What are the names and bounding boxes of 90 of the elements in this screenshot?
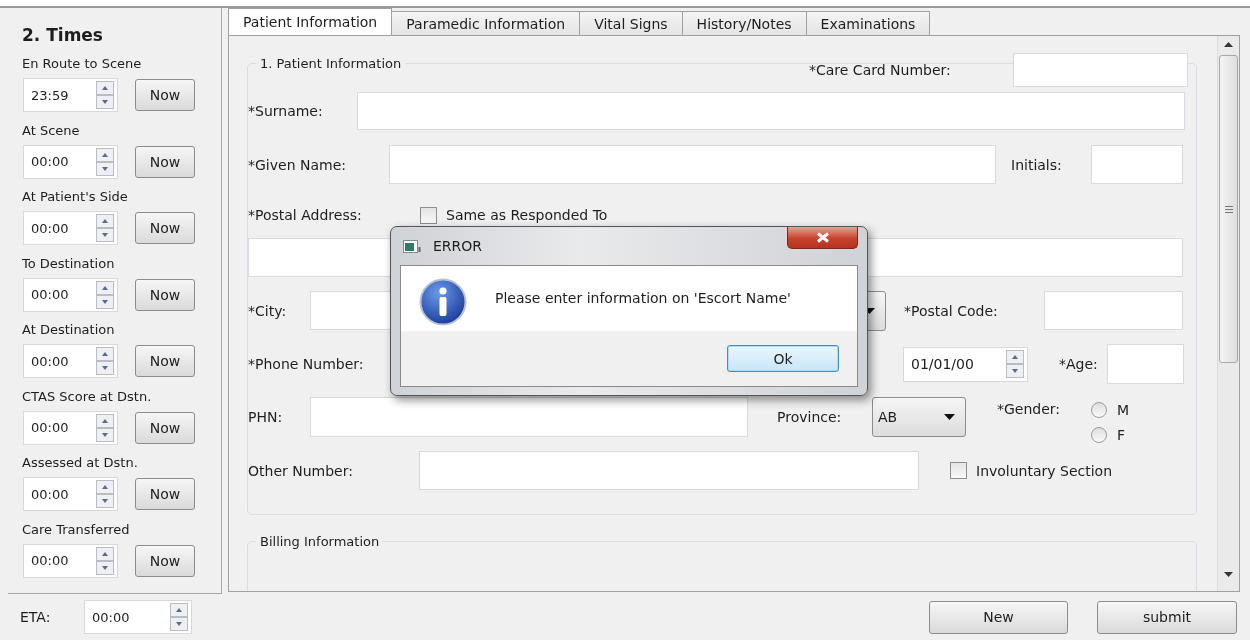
time-label: CTAS Score at Dstn. — [22, 387, 152, 406]
spin-arrows-icon — [170, 603, 188, 631]
tab[interactable]: Examinations — [805, 11, 931, 35]
checkbox-label: Same as Responded To — [446, 207, 609, 223]
tab[interactable]: Patient Information — [228, 8, 393, 35]
field-label: *Care Card Number: — [809, 62, 952, 78]
now-button[interactable]: Now — [135, 411, 195, 444]
spin-arrows-icon — [96, 280, 114, 309]
time-label: At Patient's Side — [22, 188, 128, 206]
field-label: Other Number: — [248, 462, 354, 479]
spin-arrows-icon — [96, 147, 114, 176]
time-spinbox[interactable]: 00:00 — [23, 344, 118, 378]
now-button[interactable]: Now — [135, 79, 195, 111]
now-button[interactable]: Now — [135, 145, 195, 178]
eta-label: ETA: — [20, 609, 52, 625]
close-button[interactable] — [787, 227, 858, 249]
tab[interactable]: Vital Signs — [579, 11, 683, 35]
radio-button[interactable] — [1091, 427, 1107, 443]
scrollbar-thumb[interactable] — [1219, 55, 1238, 363]
section-title: 1. Patient Information — [260, 56, 402, 71]
spin-arrows-icon — [96, 214, 114, 242]
field-label: PHN: — [248, 409, 284, 425]
province-dropdown[interactable]: AB — [872, 397, 966, 437]
time-spinbox[interactable]: 00:00 — [23, 211, 118, 245]
time-spinbox[interactable]: 00:00 — [84, 600, 192, 634]
time-label: Assessed at Dstn. — [22, 454, 138, 472]
time-label: Care Transferred — [22, 520, 130, 539]
spin-arrows-icon — [96, 81, 114, 109]
spin-arrows-icon — [96, 413, 114, 442]
scrollbar[interactable] — [1217, 36, 1239, 591]
time-label: At Scene — [22, 121, 80, 140]
initials-field[interactable] — [1091, 145, 1183, 184]
phn-field[interactable] — [310, 397, 748, 437]
time-label: At Destination — [22, 321, 115, 339]
field-label: *Given Name: — [248, 156, 347, 173]
care-card-field[interactable] — [1013, 53, 1188, 87]
date-spinbox[interactable]: 01/01/00 — [903, 346, 1028, 382]
scroll-down-icon — [1224, 572, 1233, 577]
given-name-field[interactable] — [389, 145, 996, 184]
time-spinbox[interactable]: 00:00 — [23, 410, 118, 445]
tab[interactable]: Paramedic Information — [391, 11, 581, 35]
field-label: Initials: — [1011, 156, 1063, 173]
spin-arrows-icon — [96, 546, 114, 575]
checkbox-label: Involuntary Section — [976, 462, 1114, 479]
now-button[interactable]: Now — [135, 212, 195, 244]
checkbox[interactable] — [950, 462, 967, 479]
time-spinbox[interactable]: 00:00 — [23, 543, 118, 578]
scroll-up-icon — [1224, 42, 1233, 47]
spin-arrows-icon — [1006, 350, 1024, 378]
ok-button[interactable]: Ok — [727, 345, 839, 372]
radio-button[interactable] — [1091, 402, 1107, 418]
postal-code-field[interactable] — [1044, 291, 1183, 330]
time-spinbox[interactable]: 23:59 — [23, 78, 118, 112]
grip-icon — [1224, 205, 1233, 213]
submit-button[interactable]: submit — [1097, 600, 1237, 634]
checkbox[interactable] — [420, 206, 437, 224]
window-icon — [403, 239, 421, 253]
field-label: *Postal Code: — [904, 302, 999, 319]
field-label: *Postal Address: — [248, 207, 363, 223]
spin-arrows-icon — [96, 347, 114, 375]
time-spinbox[interactable]: 00:00 — [23, 477, 118, 511]
surname-field[interactable] — [357, 92, 1185, 130]
dialog-title: ERROR — [433, 238, 483, 254]
section-title: Billing Information — [260, 534, 380, 549]
field-label: Province: — [777, 409, 843, 425]
option-label: M — [1117, 402, 1130, 418]
now-button[interactable]: Now — [135, 544, 195, 577]
other-number-field[interactable] — [419, 451, 919, 490]
time-label: En Route to Scene — [22, 55, 142, 73]
now-button[interactable]: Now — [135, 278, 195, 311]
option-label: F — [1117, 427, 1126, 443]
field-label: *City: — [248, 302, 288, 319]
time-spinbox[interactable]: 00:00 — [23, 144, 118, 179]
tab[interactable]: History/Notes — [681, 11, 807, 35]
spin-arrows-icon — [96, 480, 114, 508]
new-button[interactable]: New — [929, 600, 1068, 634]
time-spinbox[interactable]: 00:00 — [23, 277, 118, 312]
field-label: *Gender: — [997, 401, 1062, 417]
field-label: *Phone Number: — [248, 356, 365, 372]
close-icon — [815, 232, 830, 243]
age-field[interactable] — [1107, 344, 1184, 384]
now-button[interactable]: Now — [135, 478, 195, 510]
time-label: To Destination — [22, 254, 115, 273]
field-label: *Age: — [1059, 356, 1099, 372]
section-title: 2. Times — [22, 24, 104, 47]
now-button[interactable]: Now — [135, 345, 195, 377]
caret-icon — [944, 414, 955, 420]
error-message: Please enter information on 'Escort Name' — [495, 290, 791, 306]
field-label: *Surname: — [248, 103, 324, 119]
info-icon — [419, 278, 467, 326]
